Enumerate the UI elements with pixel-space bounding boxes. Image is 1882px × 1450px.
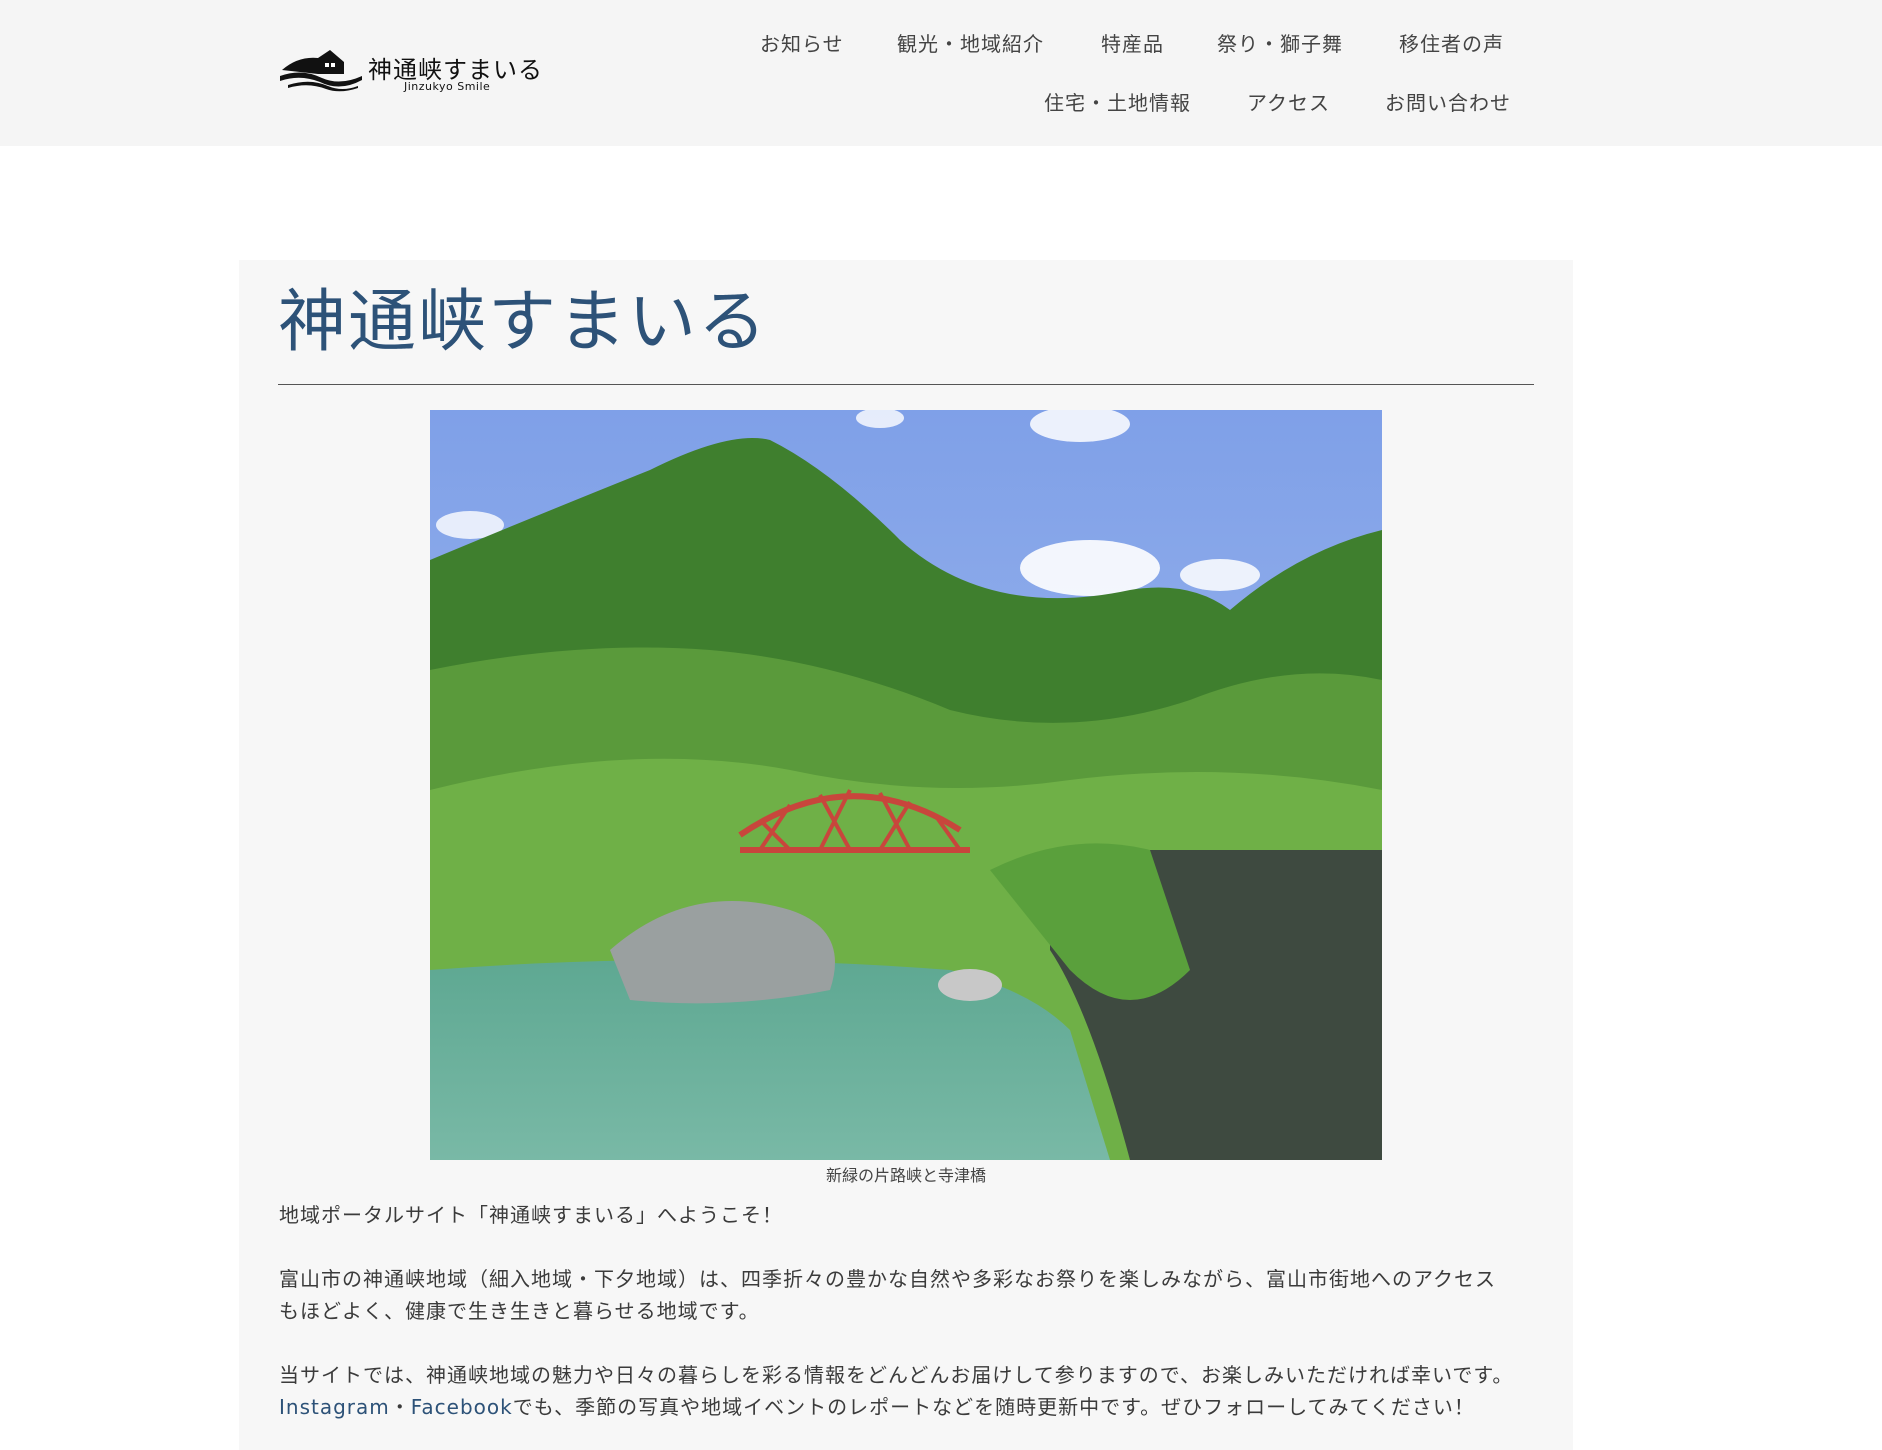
closing-line-2: でも、季節の写真や地域イベントのレポートなどを随時更新中です。ぜひフォローしてみ… xyxy=(512,1395,1475,1419)
facebook-link[interactable]: Facebook xyxy=(411,1395,513,1419)
hero-image xyxy=(430,410,1382,1160)
intro-line-2: もほどよく、健康で生き生きと暮らせる地域です。 xyxy=(279,1299,760,1323)
nav-item-tourism[interactable]: 観光・地域紹介 xyxy=(897,28,1044,57)
nav-item-news[interactable]: お知らせ xyxy=(760,28,844,57)
intro-paragraph: 富山市の神通峡地域（細入地域・下夕地域）は、四季折々の豊かな自然や多彩なお祭りを… xyxy=(279,1263,1539,1327)
nav-item-housing[interactable]: 住宅・土地情報 xyxy=(1044,87,1191,116)
nav-item-access[interactable]: アクセス xyxy=(1247,87,1330,116)
intro-line-1: 富山市の神通峡地域（細入地域・下夕地域）は、四季折々の豊かな自然や多彩なお祭りを… xyxy=(279,1267,1496,1291)
nav-item-specialties[interactable]: 特産品 xyxy=(1101,28,1164,57)
instagram-link[interactable]: Instagram xyxy=(279,1395,390,1419)
welcome-text: 地域ポータルサイト「神通峡すまいる」へようこそ！ xyxy=(279,1203,783,1227)
title-divider xyxy=(278,384,1534,385)
page-title: 神通峡すまいる xyxy=(278,283,769,362)
logo-subtitle: Jinzukyo Smile xyxy=(404,80,491,93)
house-wave-logo-icon xyxy=(280,50,362,92)
link-separator: ・ xyxy=(389,1395,411,1419)
nav-item-migrant-voices[interactable]: 移住者の声 xyxy=(1399,28,1504,57)
site-logo[interactable]: 神通峡すまいる Jinzukyo Smile xyxy=(278,46,542,96)
closing-paragraph: 当サイトでは、神通峡地域の魅力や日々の暮らしを彩る情報をどんどんお届けして参りま… xyxy=(279,1359,1539,1423)
hero-caption: 新緑の片路峡と寺津橋 xyxy=(825,1166,986,1185)
site-header: 神通峡すまいる Jinzukyo Smile お知らせ 観光・地域紹介 特産品 … xyxy=(0,0,1882,146)
closing-line-1: 当サイトでは、神通峡地域の魅力や日々の暮らしを彩る情報をどんどんお届けして参りま… xyxy=(279,1363,1514,1387)
nav-item-festivals[interactable]: 祭り・獅子舞 xyxy=(1217,28,1343,57)
nav-item-contact[interactable]: お問い合わせ xyxy=(1385,87,1511,116)
